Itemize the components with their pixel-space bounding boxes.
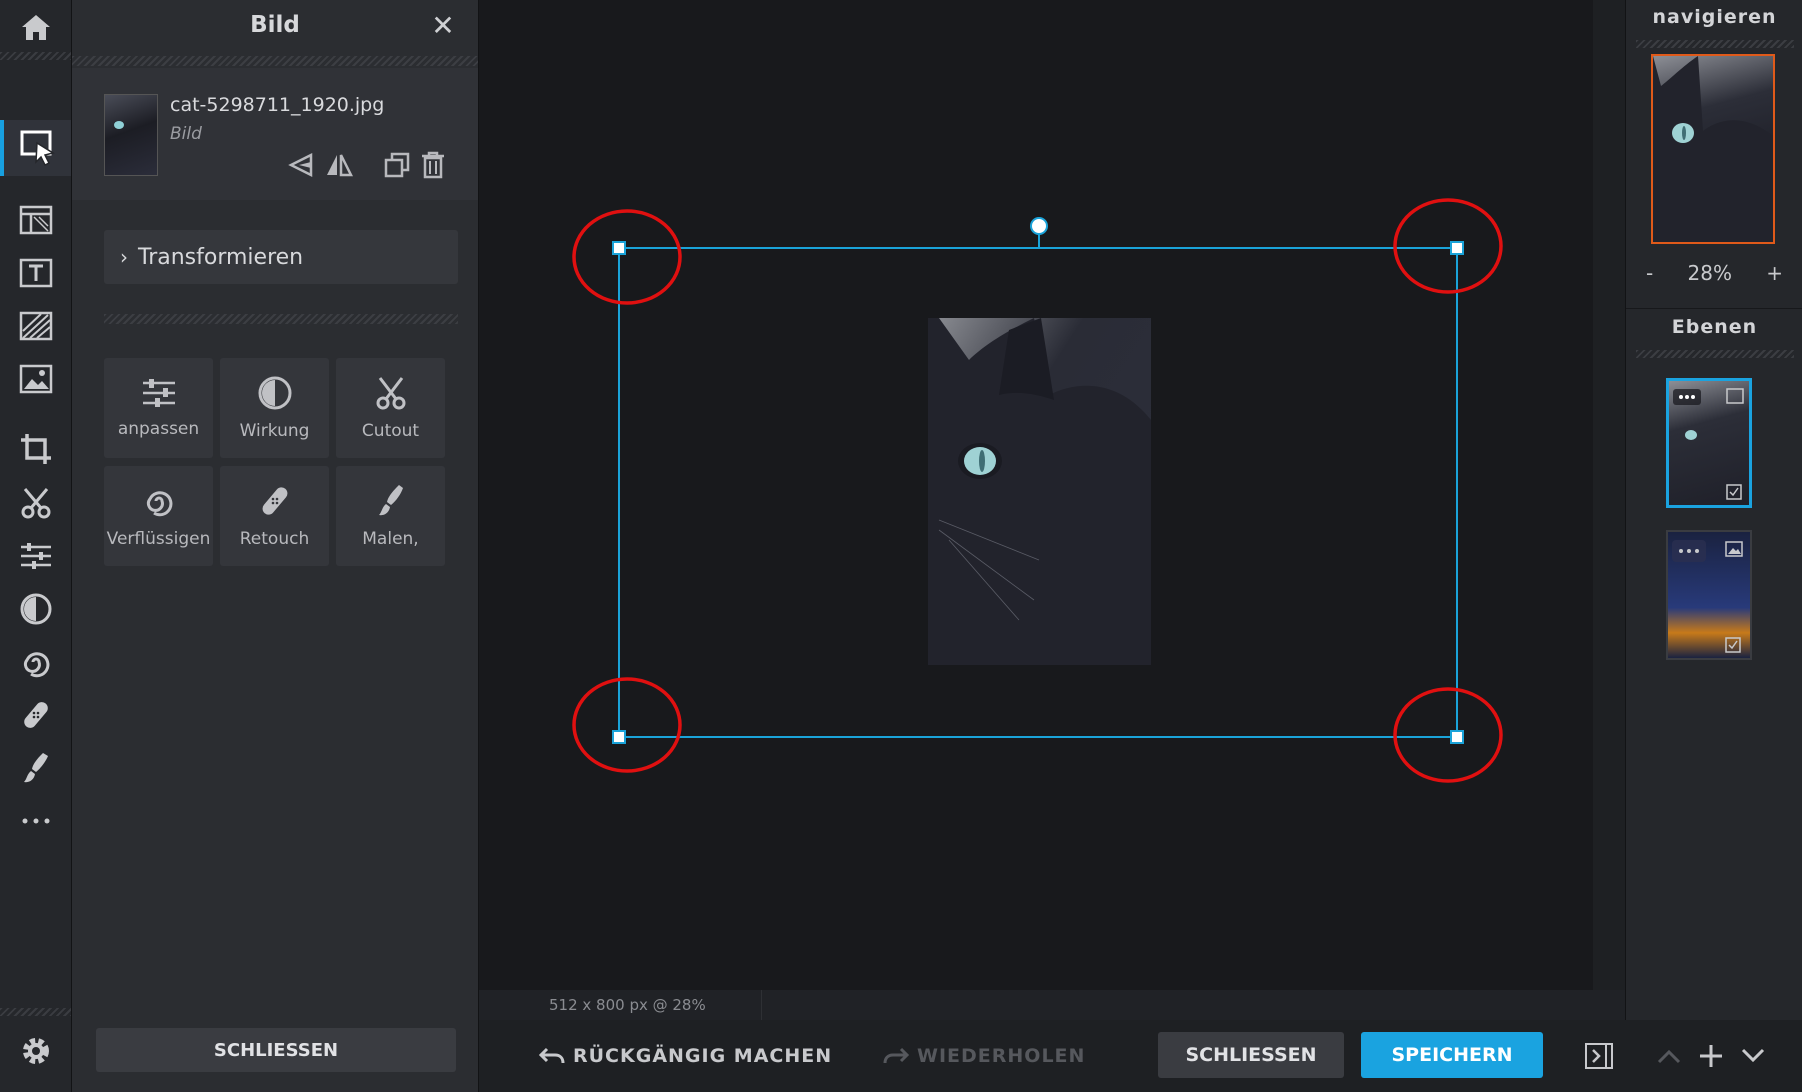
duplicate-icon[interactable] [382, 150, 412, 180]
toolbar-divider [0, 52, 71, 60]
resize-handle-top-right[interactable] [1450, 241, 1464, 255]
panel-title: Bild [250, 12, 300, 38]
navigator-title: navigieren [1652, 6, 1777, 28]
sliders-icon [142, 379, 175, 407]
adjust-icon[interactable] [0, 529, 71, 583]
pattern-icon[interactable] [0, 299, 71, 353]
undo-label: RÜCKGÄNGIG MACHEN [573, 1045, 833, 1067]
save-button[interactable]: SPEICHERN [1361, 1032, 1543, 1078]
tile-effect[interactable]: Wirkung [220, 358, 329, 458]
panel-close-button[interactable]: SCHLIESSEN [96, 1028, 456, 1072]
navigator-thumbnail[interactable] [1651, 54, 1775, 244]
effect-icon[interactable] [0, 582, 71, 636]
tile-retouch[interactable]: Retouch [220, 466, 329, 566]
tile-label: Verflüssigen [106, 529, 211, 549]
status-divider [761, 990, 762, 1020]
redo-label: WIEDERHOLEN [917, 1045, 1086, 1067]
zoom-level: 28% [1687, 261, 1732, 285]
layer-info-card: cat-5298711_1920.jpg Bild [72, 68, 478, 200]
trash-icon[interactable] [418, 150, 448, 180]
settings-icon[interactable] [0, 1024, 71, 1078]
resize-handle-bottom-right[interactable] [1450, 730, 1464, 744]
close-button[interactable]: SCHLIESSEN [1158, 1032, 1344, 1078]
zoom-in-button[interactable]: + [1766, 261, 1783, 285]
layer-thumbnail [104, 94, 158, 176]
panel-divider [104, 314, 458, 324]
file-name: cat-5298711_1920.jpg [170, 94, 385, 116]
zoom-controls: - 28% + [1626, 258, 1802, 288]
rotate-handle[interactable] [1030, 217, 1048, 235]
flip-horizontal-icon[interactable] [286, 150, 316, 180]
swirl-icon [146, 491, 172, 517]
tile-paint[interactable]: Malen, [336, 466, 445, 566]
crop-icon[interactable] [0, 422, 71, 476]
resize-handle-top-left[interactable] [612, 241, 626, 255]
zoom-out-button[interactable]: - [1646, 261, 1653, 285]
transform-section-toggle[interactable]: › Transformieren [104, 230, 458, 284]
cutout-icon[interactable] [0, 476, 71, 530]
tile-label: Cutout [361, 421, 420, 441]
arrange-tool-icon[interactable] [0, 120, 71, 176]
panel-divider [1636, 40, 1794, 48]
image-size-status: 512 x 800 px @ 28% [549, 996, 706, 1014]
flip-vertical-icon[interactable] [324, 150, 354, 180]
contrast-icon [258, 376, 291, 410]
panel-divider [1636, 350, 1794, 358]
retouch-icon[interactable] [0, 688, 71, 742]
text-tool-icon[interactable] [0, 246, 71, 300]
redo-icon [883, 1047, 909, 1064]
left-toolbar [0, 0, 72, 1092]
status-bar: 512 x 800 px @ 28% [479, 990, 1625, 1020]
liquify-icon[interactable] [0, 635, 71, 689]
layers-title: Ebenen [1671, 316, 1758, 338]
redo-button[interactable]: WIEDERHOLEN [883, 1034, 1085, 1078]
toolbar-divider [0, 1008, 71, 1016]
add-layer-icon[interactable] [1695, 1040, 1727, 1072]
tile-label: anpassen [117, 419, 200, 439]
tile-cutout[interactable]: Cutout [336, 358, 445, 458]
templates-icon[interactable] [0, 193, 71, 247]
tile-adjust[interactable]: anpassen [104, 358, 213, 458]
properties-panel: Bild ✕ cat-5298711_1920.jpg Bild › Trans… [72, 0, 479, 1092]
canvas-scroll-gutter [1593, 0, 1625, 990]
undo-button[interactable]: RÜCKGÄNGIG MACHEN [539, 1034, 832, 1078]
panel-divider [72, 56, 478, 66]
bandage-icon [262, 487, 287, 515]
panel-divider [1626, 308, 1802, 309]
scissors-icon [376, 377, 405, 410]
layer-down-icon[interactable] [1737, 1040, 1769, 1072]
layer-up-icon[interactable] [1653, 1040, 1685, 1072]
layer-type-label: Bild [170, 124, 202, 144]
canvas-image[interactable] [928, 318, 1151, 665]
tile-label: Retouch [239, 529, 310, 549]
right-panel: navigieren - 28% + Ebenen [1625, 0, 1802, 1020]
tile-label: Wirkung [239, 421, 310, 441]
bottom-bar: RÜCKGÄNGIG MACHEN WIEDERHOLEN SCHLIESSEN… [479, 1020, 1802, 1092]
close-icon[interactable]: ✕ [428, 9, 458, 42]
brush-icon [378, 485, 403, 516]
transform-label: Transformieren [138, 244, 304, 270]
chevron-right-icon: › [120, 245, 128, 269]
paint-icon[interactable] [0, 741, 71, 795]
layer-item-background[interactable] [1666, 530, 1752, 660]
image-icon[interactable] [0, 352, 71, 406]
resize-handle-bottom-left[interactable] [612, 730, 626, 744]
expand-panel-icon[interactable] [1583, 1040, 1615, 1072]
tile-label: Malen, [362, 529, 419, 549]
undo-icon [539, 1047, 565, 1064]
more-icon[interactable] [0, 794, 71, 848]
home-icon[interactable] [0, 0, 71, 54]
tile-liquify[interactable]: Verflüssigen [104, 466, 213, 566]
canvas-area[interactable] [479, 0, 1593, 990]
layer-item-cat[interactable] [1666, 378, 1752, 508]
